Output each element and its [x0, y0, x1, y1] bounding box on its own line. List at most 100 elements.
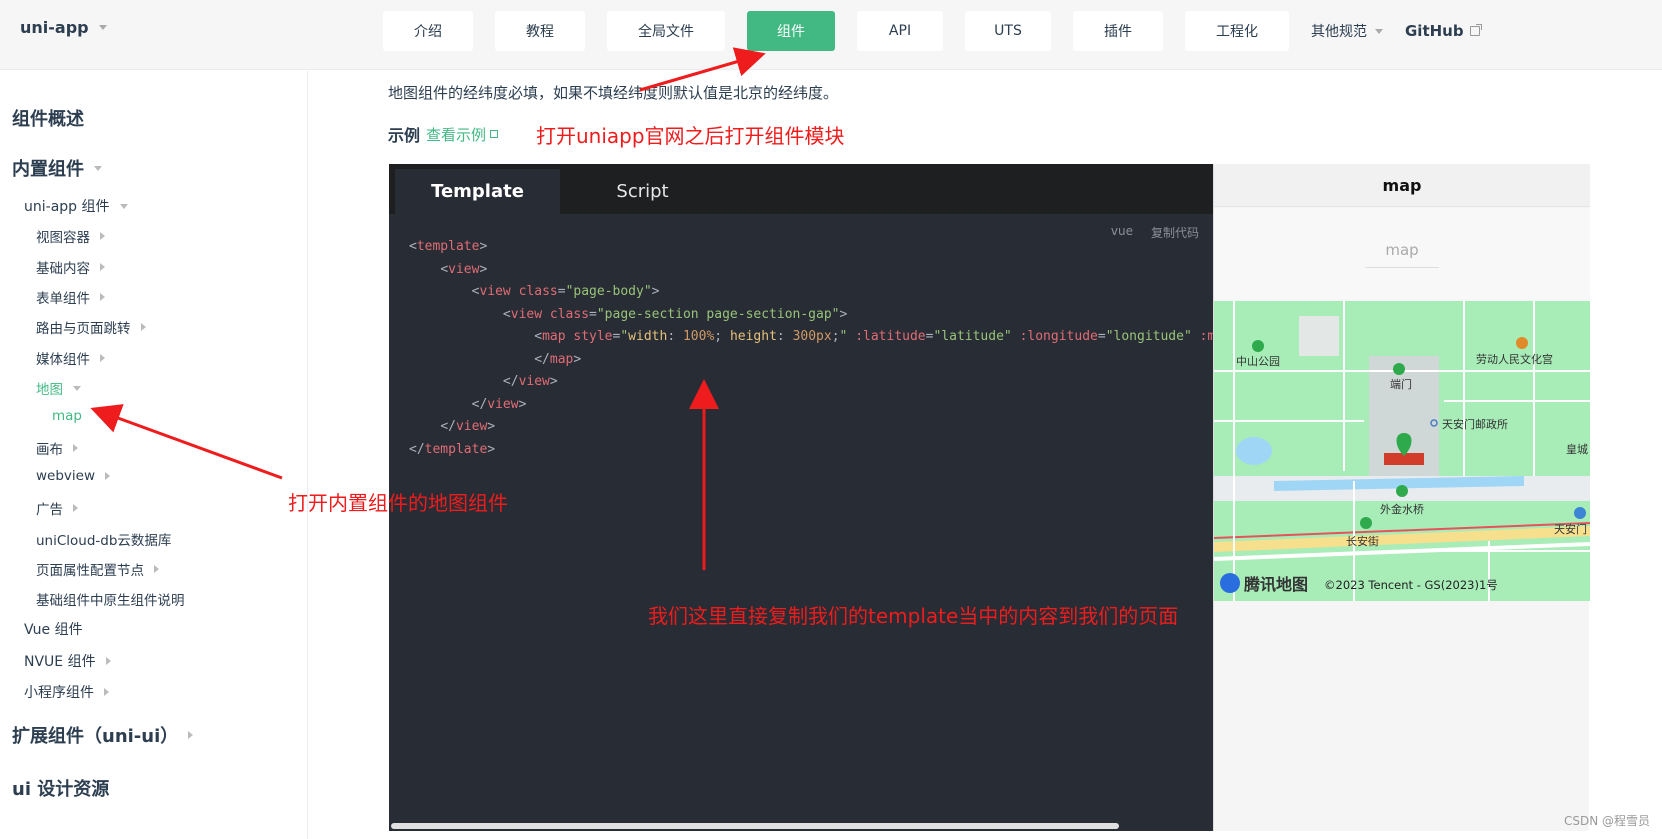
chevron-right-icon — [100, 263, 105, 271]
nav-uts[interactable]: UTS — [965, 11, 1051, 51]
nav-plugins[interactable]: 插件 — [1073, 11, 1163, 51]
compass-icon — [1220, 573, 1240, 593]
sidebar-item-overview[interactable]: 组件概述 — [12, 105, 84, 131]
map-provider-logo: 腾讯地图 — [1220, 571, 1308, 595]
chevron-right-icon — [105, 657, 111, 665]
sidebar-item-label: 画布 — [36, 442, 63, 458]
sidebar-item-map-group[interactable]: 地图 — [36, 378, 81, 398]
map-label: 皇城 — [1566, 443, 1588, 456]
map-view[interactable]: 中山公园 劳动人民文化宫 端门 天安门邮政所 皇城 外金水桥 长安街 天安门 腾… — [1214, 301, 1590, 601]
sidebar: 组件概述 内置组件 uni-app 组件 视图容器 基础内容 表单组件 路由与页… — [0, 71, 308, 839]
sidebar-item-unicloud-db[interactable]: uniCloud-db云数据库 — [36, 529, 171, 549]
example-row: 示例 查看示例 — [388, 122, 499, 146]
preview-subtitle: map — [1365, 241, 1439, 268]
chevron-right-icon — [73, 444, 78, 452]
chevron-right-icon — [140, 323, 146, 331]
sidebar-item-label: uni-app 组件 — [24, 199, 110, 215]
map-label: 劳动人民文化宫 — [1476, 353, 1553, 366]
example-label: 示例 — [388, 126, 421, 145]
sidebar-item-label: 页面属性配置节点 — [36, 563, 144, 579]
sidebar-item-uniapp-components[interactable]: uni-app 组件 — [24, 196, 128, 216]
top-nav-bar: uni-app 介绍 教程 全局文件 组件 API UTS 插件 工程化 其他规… — [0, 0, 1662, 70]
sidebar-item-uni-ui[interactable]: 扩展组件（uni-ui） — [12, 722, 194, 748]
watermark: CSDN @程雪员 — [1563, 814, 1650, 828]
brand-menu[interactable]: uni-app — [20, 18, 107, 37]
chevron-right-icon — [104, 688, 109, 696]
map-label: 端门 — [1390, 378, 1412, 391]
map-label: 长安街 — [1346, 535, 1379, 548]
sidebar-item-media[interactable]: 媒体组件 — [36, 348, 105, 368]
nav-more-specs[interactable]: 其他规范 — [1311, 11, 1383, 51]
sidebar-item-canvas[interactable]: 画布 — [36, 438, 78, 458]
sidebar-item-label: map — [52, 408, 82, 424]
code-tabs: Template Script — [389, 164, 1213, 214]
nav-tutorial[interactable]: 教程 — [495, 11, 585, 51]
tab-template[interactable]: Template — [395, 169, 560, 214]
sidebar-item-ad[interactable]: 广告 — [36, 498, 78, 518]
view-example-label: 查看示例 — [426, 125, 487, 144]
chevron-down-icon — [94, 165, 102, 171]
nav-components[interactable]: 组件 — [747, 11, 835, 51]
nav-github[interactable]: GitHub — [1405, 11, 1482, 51]
chevron-right-icon — [73, 504, 78, 512]
sidebar-item-label: 组件概述 — [12, 109, 84, 130]
sidebar-item-nvue[interactable]: NVUE 组件 — [24, 651, 111, 671]
annotation-left: 打开内置组件的地图组件 — [288, 491, 508, 515]
sidebar-item-label: 广告 — [36, 502, 63, 518]
sidebar-item-label: NVUE 组件 — [24, 654, 96, 670]
chevron-right-icon — [105, 472, 111, 480]
sidebar-item-form[interactable]: 表单组件 — [36, 287, 105, 307]
external-link-icon — [1469, 24, 1482, 36]
chevron-down-icon — [119, 203, 128, 209]
brand-name: uni-app — [20, 18, 89, 37]
map-label: 中山公园 — [1236, 355, 1280, 368]
sidebar-item-webview[interactable]: webview — [36, 468, 111, 484]
nav-engineering[interactable]: 工程化 — [1185, 11, 1289, 51]
sidebar-item-label: Vue 组件 — [24, 622, 83, 638]
nav-api[interactable]: API — [857, 11, 943, 51]
nav-global-files[interactable]: 全局文件 — [607, 11, 725, 51]
nav-intro[interactable]: 介绍 — [383, 11, 473, 51]
sidebar-item-builtin[interactable]: 内置组件 — [12, 155, 102, 181]
sidebar-item-label: 基础内容 — [36, 261, 90, 277]
chevron-down-icon — [73, 385, 81, 391]
map-graphic — [1214, 301, 1590, 601]
annotation-code: 我们这里直接复制我们的template当中的内容到我们的页面 — [648, 604, 1179, 628]
sidebar-item-label: uniCloud-db云数据库 — [36, 533, 172, 549]
sidebar-item-label: 基础组件中原生组件说明 — [36, 593, 185, 609]
sidebar-item-map[interactable]: map — [52, 408, 82, 424]
sidebar-item-design[interactable]: ui 设计资源 — [12, 775, 109, 801]
map-label: 天安门邮政所 — [1442, 418, 1508, 431]
preview-panel: map map 中山公园 劳动人民文化宫 端门 天安门邮政所 皇城 外金水桥 长… — [1213, 164, 1590, 831]
sidebar-item-label: 扩展组件（uni-ui） — [12, 726, 179, 747]
chevron-right-icon — [100, 293, 105, 301]
nav-more-label: 其他规范 — [1311, 24, 1367, 40]
sidebar-item-vue[interactable]: Vue 组件 — [24, 619, 83, 639]
map-provider-name: 腾讯地图 — [1244, 575, 1309, 594]
sidebar-item-miniprogram[interactable]: 小程序组件 — [24, 682, 109, 702]
chevron-down-icon — [98, 25, 107, 30]
sidebar-item-label: 内置组件 — [12, 159, 84, 180]
chevron-down-icon — [1375, 28, 1383, 34]
sidebar-item-routing[interactable]: 路由与页面跳转 — [36, 317, 146, 337]
main-nav: 介绍 教程 全局文件 组件 API UTS 插件 工程化 其他规范 GitHub — [383, 11, 1482, 51]
sidebar-item-label: 视图容器 — [36, 230, 90, 246]
sidebar-item-label: 路由与页面跳转 — [36, 321, 131, 337]
chevron-right-icon — [188, 731, 194, 739]
sidebar-item-page-meta[interactable]: 页面属性配置节点 — [36, 559, 159, 579]
horizontal-scrollbar[interactable] — [391, 823, 1119, 829]
nav-github-label: GitHub — [1405, 22, 1464, 40]
preview-subtitle-area: map — [1214, 208, 1590, 300]
sidebar-item-native-components[interactable]: 基础组件中原生组件说明 — [36, 589, 185, 609]
view-example-link[interactable]: 查看示例 — [426, 124, 499, 145]
sidebar-item-basic-content[interactable]: 基础内容 — [36, 257, 105, 277]
sidebar-item-view-container[interactable]: 视图容器 — [36, 226, 105, 246]
tab-script[interactable]: Script — [560, 169, 725, 214]
sidebar-item-label: webview — [36, 468, 96, 484]
code-block: <template> <view> <view class="page-body… — [409, 239, 1213, 457]
chevron-right-icon — [154, 565, 159, 573]
map-copyright: ©2023 Tencent - GS(2023)1号 — [1324, 578, 1498, 592]
map-label: 外金水桥 — [1380, 503, 1424, 516]
sidebar-item-label: 表单组件 — [36, 291, 90, 307]
chevron-right-icon — [100, 232, 105, 240]
